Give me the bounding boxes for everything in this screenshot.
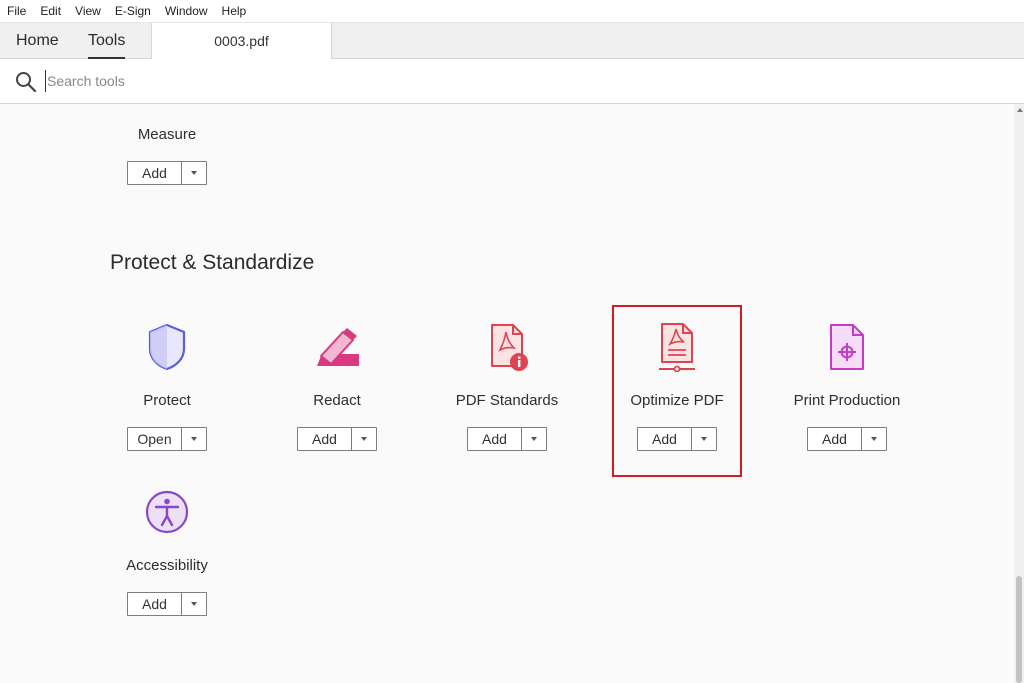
measure-dropdown-button[interactable] — [182, 162, 206, 184]
redact-dropdown-button[interactable] — [352, 428, 376, 450]
search-icon — [16, 72, 37, 93]
tool-label: Print Production — [793, 392, 901, 409]
menu-help[interactable]: Help — [222, 4, 247, 18]
accessibility-split-button: Add — [127, 592, 207, 616]
accessibility-add-button[interactable]: Add — [128, 593, 182, 615]
tool-label: Accessibility — [126, 557, 208, 574]
accessibility-dropdown-button[interactable] — [182, 593, 206, 615]
chevron-down-icon — [191, 602, 197, 606]
tab-tools[interactable]: Tools — [88, 23, 126, 59]
accessibility-icon — [145, 490, 189, 534]
scroll-thumb[interactable] — [1016, 576, 1022, 683]
protect-split-button: Open — [127, 427, 207, 451]
chevron-down-icon — [871, 437, 877, 441]
scroll-up-arrow-icon[interactable] — [1017, 108, 1023, 112]
search-input[interactable] — [45, 70, 445, 92]
shield-icon — [148, 323, 186, 371]
protect-dropdown-button[interactable] — [182, 428, 206, 450]
chevron-down-icon — [191, 171, 197, 175]
menu-file[interactable]: File — [7, 4, 26, 18]
menu-window[interactable]: Window — [165, 4, 208, 18]
print-production-dropdown-button[interactable] — [862, 428, 886, 450]
tools-content: Measure Add Protect & Standardize Protec… — [0, 104, 1014, 683]
pdf-standards-split-button: Add — [467, 427, 547, 451]
tool-label: Protect — [143, 392, 191, 409]
measure-split-button: Add — [127, 161, 207, 185]
section-title: Protect & Standardize — [110, 251, 315, 274]
tab-home[interactable]: Home — [16, 23, 59, 59]
pdf-standards-add-button[interactable]: Add — [468, 428, 522, 450]
search-bar — [0, 59, 1024, 104]
pdf-standards-dropdown-button[interactable] — [522, 428, 546, 450]
chevron-down-icon — [531, 437, 537, 441]
redact-marker-icon — [317, 328, 359, 366]
tool-label: Redact — [313, 392, 361, 409]
print-production-icon — [830, 324, 864, 370]
menu-edit[interactable]: Edit — [40, 4, 61, 18]
print-production-split-button: Add — [807, 427, 887, 451]
menu-bar: File Edit View E-Sign Window Help — [0, 0, 1024, 23]
tool-label-measure: Measure — [137, 126, 197, 143]
highlight-box — [612, 305, 742, 477]
chevron-down-icon — [361, 437, 367, 441]
chevron-down-icon — [191, 437, 197, 441]
print-production-add-button[interactable]: Add — [808, 428, 862, 450]
menu-esign[interactable]: E-Sign — [115, 4, 151, 18]
pdf-standards-icon — [491, 324, 528, 371]
tab-document[interactable]: 0003.pdf — [151, 23, 332, 59]
tool-label: PDF Standards — [455, 392, 559, 409]
measure-add-button[interactable]: Add — [128, 162, 182, 184]
menu-view[interactable]: View — [75, 4, 101, 18]
redact-split-button: Add — [297, 427, 377, 451]
redact-add-button[interactable]: Add — [298, 428, 352, 450]
tab-bar: Home Tools 0003.pdf — [0, 23, 1024, 59]
vertical-scrollbar[interactable] — [1014, 104, 1024, 683]
protect-open-button[interactable]: Open — [128, 428, 182, 450]
